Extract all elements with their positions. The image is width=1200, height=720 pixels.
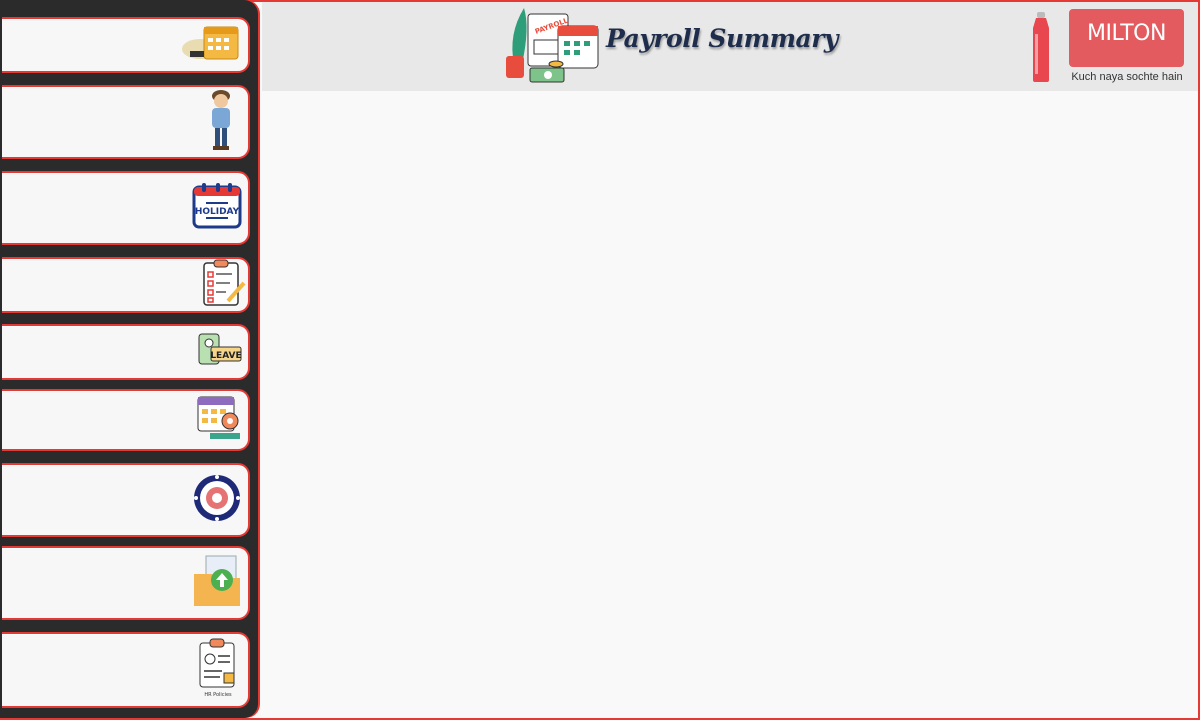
leave-id-card-icon: LEAVE xyxy=(198,333,242,371)
sidebar-item-upload[interactable] xyxy=(2,546,250,620)
calendar-money-icon xyxy=(180,23,244,67)
sidebar-item-epf[interactable] xyxy=(2,463,250,537)
main-content xyxy=(262,92,1196,716)
holiday-calendar-icon: HOLIDAY xyxy=(192,183,242,233)
sidebar-item-leave[interactable]: LEAVE xyxy=(2,324,250,380)
checklist-clipboard-icon xyxy=(200,259,246,311)
svg-text:LEAVE: LEAVE xyxy=(210,351,241,361)
brand-tagline: Kuch naya sochte hain xyxy=(1071,71,1183,83)
page-title: Payroll Summary xyxy=(606,24,838,53)
calendar-settings-icon xyxy=(196,393,244,447)
sidebar-item-schedule[interactable] xyxy=(2,389,250,451)
brand-name: MILTON xyxy=(1087,21,1166,46)
epfo-emblem-icon xyxy=(192,473,242,527)
sidebar-item-attendance[interactable] xyxy=(2,17,250,73)
employee-avatar-icon xyxy=(204,88,238,156)
sidebar-item-tasks[interactable] xyxy=(2,257,250,313)
svg-text:HOLIDAY: HOLIDAY xyxy=(195,207,240,217)
policy-document-icon: HR Policies xyxy=(196,637,240,703)
sidebar: HOLIDAY LEAVE HR Policies xyxy=(0,0,258,718)
sidebar-item-policies[interactable]: HR Policies xyxy=(2,632,250,708)
bottle-icon xyxy=(1031,12,1051,88)
brand-logo: MILTON xyxy=(1069,9,1184,67)
sidebar-item-employee[interactable] xyxy=(2,85,250,159)
payroll-illustration-icon: PAYROLL xyxy=(500,4,604,92)
upload-folder-icon xyxy=(192,554,242,612)
sidebar-item-holiday[interactable]: HOLIDAY xyxy=(2,171,250,245)
svg-text:HR Policies: HR Policies xyxy=(204,692,232,698)
